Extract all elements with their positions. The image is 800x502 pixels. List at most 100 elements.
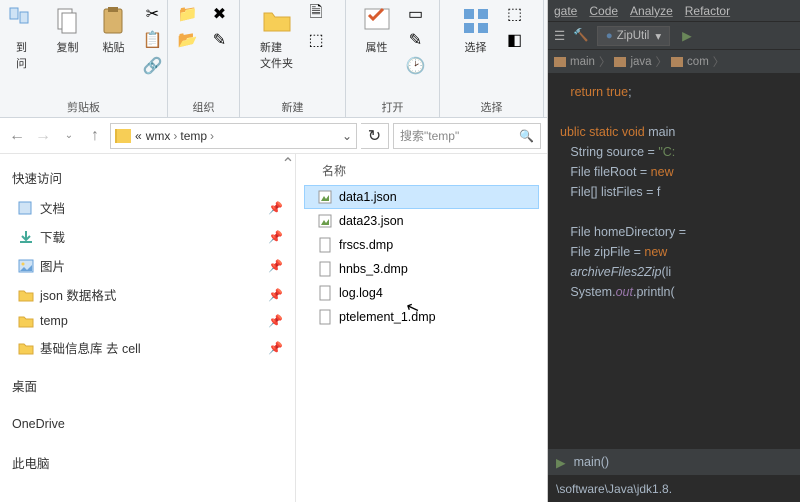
desktop-root[interactable]: 桌面 (0, 370, 295, 401)
sidebar-item[interactable]: json 数据格式📌 (0, 280, 295, 309)
file-row[interactable]: hnbs_3.dmp (304, 257, 539, 281)
address-dropdown-icon[interactable]: ⌄ (342, 129, 352, 143)
file-row[interactable]: data23.json (304, 209, 539, 233)
paste-shortcut-button[interactable]: 🔗 (139, 54, 167, 78)
run-button[interactable]: ▶ (682, 28, 692, 43)
file-row[interactable]: data1.json (304, 185, 539, 209)
ide-crumb[interactable]: main (570, 56, 595, 68)
sidebar-item[interactable]: temp📌 (0, 309, 295, 333)
file-row[interactable]: ptelement_1.dmp (304, 305, 539, 329)
copy-path-icon: 📋 (144, 31, 162, 49)
nav-up-button[interactable]: ↑ (84, 124, 106, 148)
folder-icon (614, 57, 626, 67)
sidebar-item-label: 下载 (40, 227, 65, 246)
address-overflow: « (135, 129, 142, 143)
run-output[interactable]: \software\Java\jdk1.8. (548, 476, 800, 502)
project-tool-icon[interactable]: ☰ (554, 28, 565, 43)
sidebar-item[interactable]: 下载📌 (0, 222, 295, 251)
nav-forward-button[interactable]: → (32, 124, 54, 148)
edit-button[interactable]: ✎ (402, 28, 430, 52)
history-button[interactable]: 🕑 (402, 54, 430, 78)
open-button[interactable]: ▭ (402, 2, 430, 26)
paste-button[interactable]: 粘贴 (93, 2, 135, 58)
menu-item[interactable]: gate (554, 4, 577, 18)
copy-path-button[interactable]: 📋 (139, 28, 167, 52)
address-bar-row: ← → ⌄ ↑ « wmx›temp› ⌄ ↻ 搜索"temp" 🔍 (0, 118, 547, 154)
pin-icon: 📌 (268, 341, 283, 355)
invert-select-button[interactable]: ◧ (501, 28, 529, 52)
chevron-right-icon: 〉 (599, 54, 611, 70)
menu-item[interactable]: Refactor (685, 4, 730, 18)
file-row[interactable]: log.log4 (304, 281, 539, 305)
sidebar-item[interactable]: 基础信息库 去 cell 📌 (0, 333, 295, 362)
run-config-dropdown[interactable]: ● ZipUtil ▾ (597, 26, 670, 46)
sidebar-item[interactable]: 文档📌 (0, 193, 295, 222)
move-to-button[interactable]: 📁 (174, 2, 202, 26)
onedrive-root[interactable]: OneDrive (0, 411, 295, 437)
breadcrumb-segment[interactable]: wmx (146, 129, 171, 143)
refresh-button[interactable]: ↻ (361, 123, 389, 149)
menu-item[interactable]: Analyze (630, 4, 673, 18)
file-row[interactable]: frscs.dmp (304, 233, 539, 257)
ide-crumb[interactable]: com (687, 56, 709, 68)
folder-icon (115, 129, 131, 143)
edit-icon: ✎ (407, 31, 425, 49)
file-explorer-window: 到 问 复制 粘贴 ✂ 📋 🔗 剪贴 (0, 0, 548, 502)
sidebar-item-icon (18, 288, 34, 302)
easy-access-icon: ⬚ (307, 31, 325, 49)
new-folder-button[interactable]: 新建 文件夹 (255, 2, 298, 74)
select-all-button[interactable]: 选择 (455, 2, 497, 58)
properties-icon (361, 5, 393, 37)
search-input[interactable]: 搜索"temp" 🔍 (393, 123, 541, 149)
pin-button[interactable]: 到 问 (1, 2, 43, 74)
rename-button[interactable]: ✎ (206, 28, 234, 52)
sidebar-scroll-handle[interactable]: ⌃ (283, 154, 293, 502)
sidebar-item-icon (18, 341, 34, 355)
sidebar-item-icon (18, 314, 34, 328)
pin-label: 到 问 (16, 39, 27, 71)
ribbon-group-open: 属性 ▭ ✎ 🕑 打开 (346, 0, 440, 117)
copy-button[interactable]: 复制 (47, 2, 89, 58)
copy-to-icon: 📂 (179, 31, 197, 49)
menu-item[interactable]: Code (589, 4, 618, 18)
properties-button[interactable]: 属性 (356, 2, 398, 58)
paste-icon (98, 5, 130, 37)
select-none-button[interactable]: ⬚ (501, 2, 529, 26)
select-label: 选择 (465, 39, 487, 55)
breadcrumb-segment[interactable]: temp (180, 129, 207, 143)
build-icon[interactable]: 🔨 (573, 28, 589, 43)
file-name: frscs.dmp (339, 238, 393, 252)
ide-breadcrumbs: main 〉 java 〉 com 〉 (548, 50, 800, 74)
pin-icon: 📌 (268, 201, 283, 215)
ide-menu-bar: gate Code Analyze Refactor (548, 0, 800, 22)
delete-button[interactable]: ✖ (206, 2, 234, 26)
sidebar-item-label: 基础信息库 去 cell (40, 338, 141, 357)
easy-access-button[interactable]: ⬚ (302, 28, 330, 52)
code-editor[interactable]: return true; ublic static void main Stri… (548, 74, 800, 448)
sidebar-item[interactable]: 图片📌 (0, 251, 295, 280)
search-placeholder: 搜索"temp" (400, 127, 459, 144)
ribbon-group-new: 新建 文件夹 🗎 ⬚ 新建 (240, 0, 346, 117)
ide-crumb[interactable]: java (630, 56, 651, 68)
organize-group-label: 组织 (168, 99, 239, 117)
copy-to-button[interactable]: 📂 (174, 28, 202, 52)
sidebar-item-icon (18, 201, 34, 215)
column-header-name[interactable]: 名称 (304, 160, 539, 185)
file-name: log.log4 (339, 286, 383, 300)
quick-access-header[interactable]: 快速访问 (0, 162, 295, 193)
nav-back-button[interactable]: ← (6, 124, 28, 148)
move-icon: 📁 (179, 5, 197, 23)
this-pc-root[interactable]: 此电脑 (0, 447, 295, 478)
nav-recent-button[interactable]: ⌄ (58, 124, 80, 148)
sidebar-item-label: temp (40, 314, 68, 328)
address-bar[interactable]: « wmx›temp› ⌄ (110, 123, 357, 149)
chevron-right-icon: 〉 (656, 54, 668, 70)
sidebar-item-label: json 数据格式 (40, 285, 116, 304)
search-icon: 🔍 (519, 129, 534, 143)
rerun-icon[interactable]: ▶ (556, 455, 566, 470)
paste-shortcut-icon: 🔗 (144, 57, 162, 75)
file-name: data1.json (339, 190, 397, 204)
new-item-button[interactable]: 🗎 (302, 2, 330, 26)
cut-button[interactable]: ✂ (139, 2, 167, 26)
run-tool-window-header[interactable]: ▶ main() (548, 448, 800, 476)
